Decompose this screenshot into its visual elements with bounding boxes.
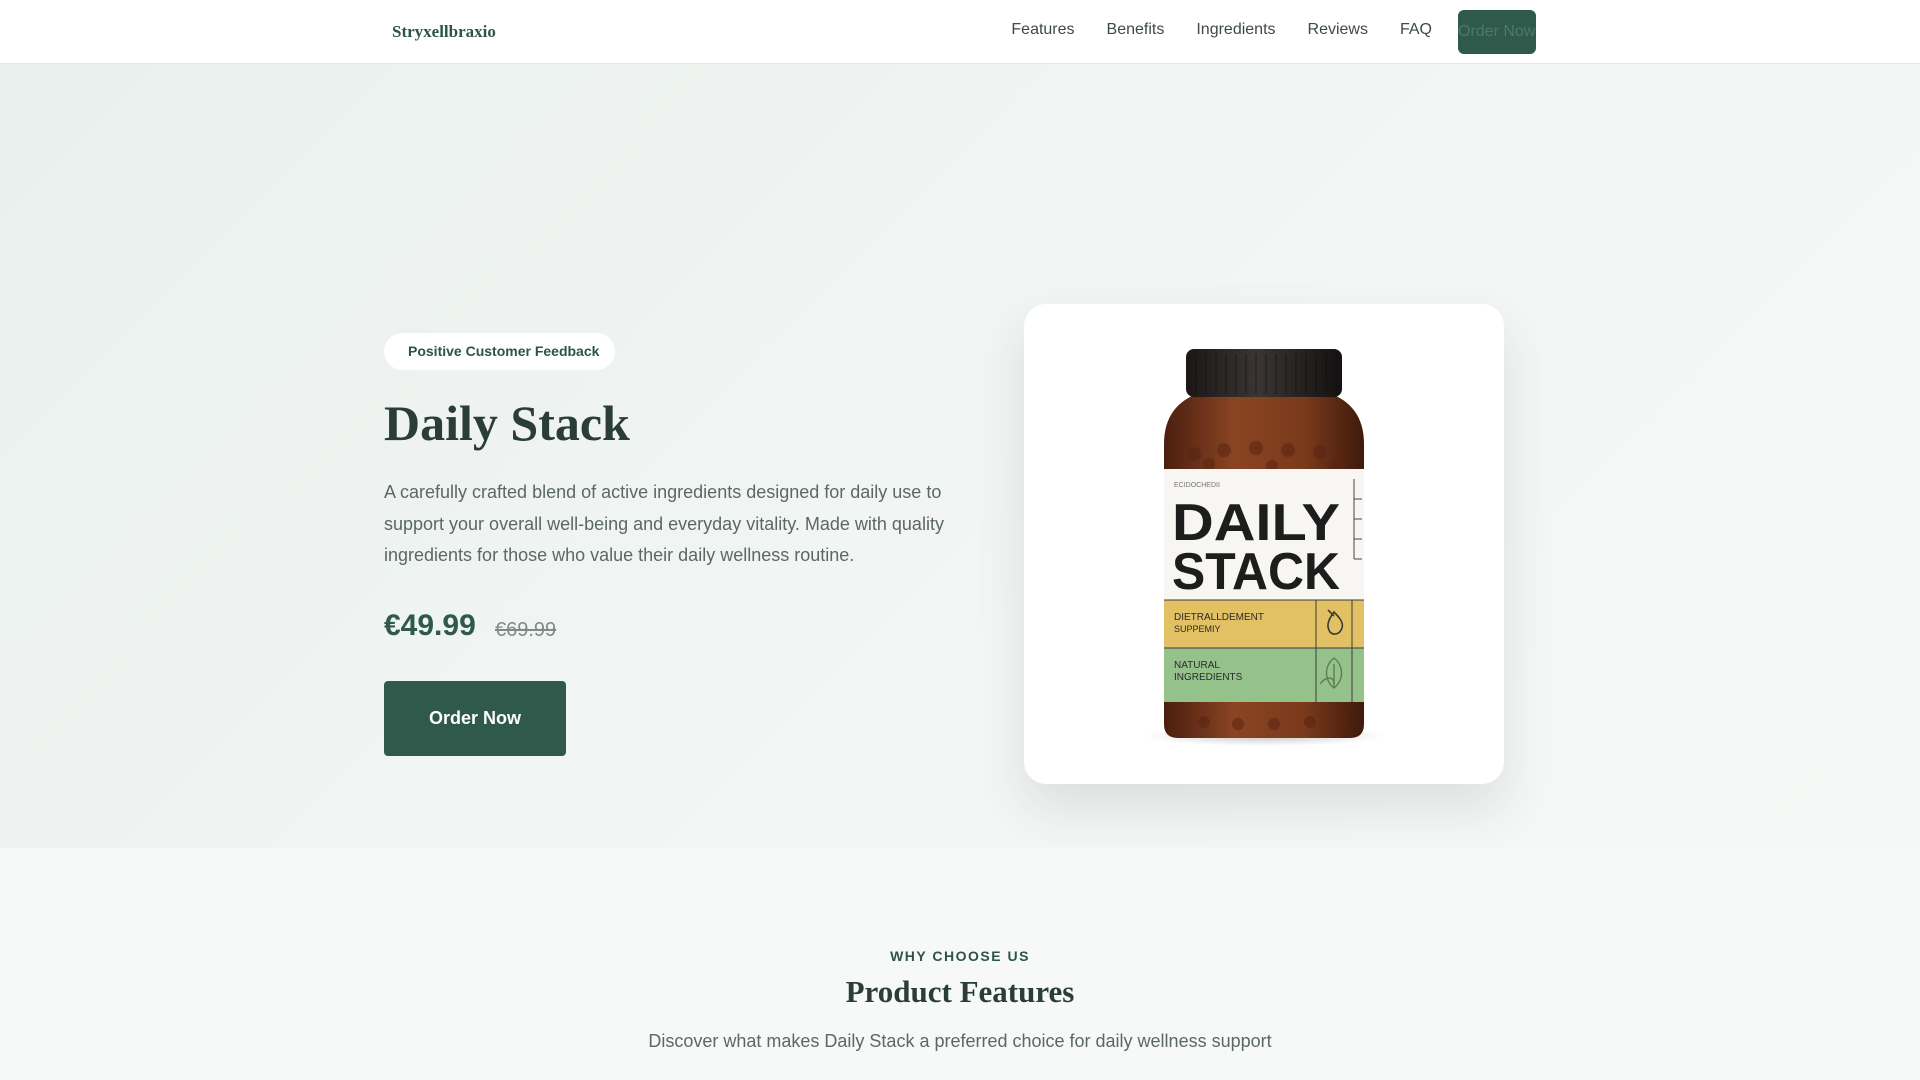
- label-top-text: ECIDOCHEDII: [1174, 482, 1220, 489]
- section-title: Product Features: [845, 974, 1075, 1009]
- label-band1-line1: DIETRALLDEMENT: [1174, 612, 1264, 623]
- features-section: WHY CHOOSE US Product Features Discover …: [0, 848, 1920, 1080]
- top-navigation: Stryxellbraxio Features Benefits Ingredi…: [0, 0, 1920, 64]
- section-subtitle: Discover what makes Daily Stack a prefer…: [648, 1031, 1272, 1051]
- supplement-bottle-image: ECIDOCHEDII DAILY STACK DIETRALLDEMENT S…: [1144, 349, 1384, 746]
- feedback-badge: Positive Customer Feedback: [384, 333, 616, 370]
- brand-logo[interactable]: Stryxellbraxio: [392, 22, 496, 42]
- product-title: Daily Stack: [384, 395, 630, 451]
- nav-links: Features Benefits Ingredients Reviews FA…: [1011, 21, 1432, 39]
- nav-link-ingredients[interactable]: Ingredients: [1196, 21, 1275, 39]
- label-band2-line2: INGREDIENTS: [1174, 672, 1243, 683]
- label-band2-line1: NATURAL: [1174, 660, 1220, 671]
- product-image-card: ECIDOCHEDII DAILY STACK DIETRALLDEMENT S…: [1024, 304, 1504, 784]
- bottle-lid: [1186, 349, 1342, 397]
- section-eyebrow: WHY CHOOSE US: [890, 948, 1030, 964]
- label-band1-line2: SUPPEMIY: [1174, 624, 1221, 634]
- nav-order-now-button[interactable]: Order Now: [1458, 10, 1536, 54]
- original-price: €69.99: [495, 619, 557, 641]
- label-title-line2: STACK: [1172, 543, 1340, 601]
- current-price: €49.99: [384, 609, 476, 642]
- nav-link-benefits[interactable]: Benefits: [1107, 21, 1165, 39]
- order-now-button[interactable]: Order Now: [384, 681, 566, 756]
- nav-link-reviews[interactable]: Reviews: [1308, 21, 1368, 39]
- nav-link-faq[interactable]: FAQ: [1400, 21, 1432, 39]
- nav-link-features[interactable]: Features: [1011, 21, 1074, 39]
- product-description: A carefully crafted blend of active ingr…: [384, 482, 944, 565]
- hero-section: Positive Customer Feedback Daily Stack A…: [0, 64, 1920, 848]
